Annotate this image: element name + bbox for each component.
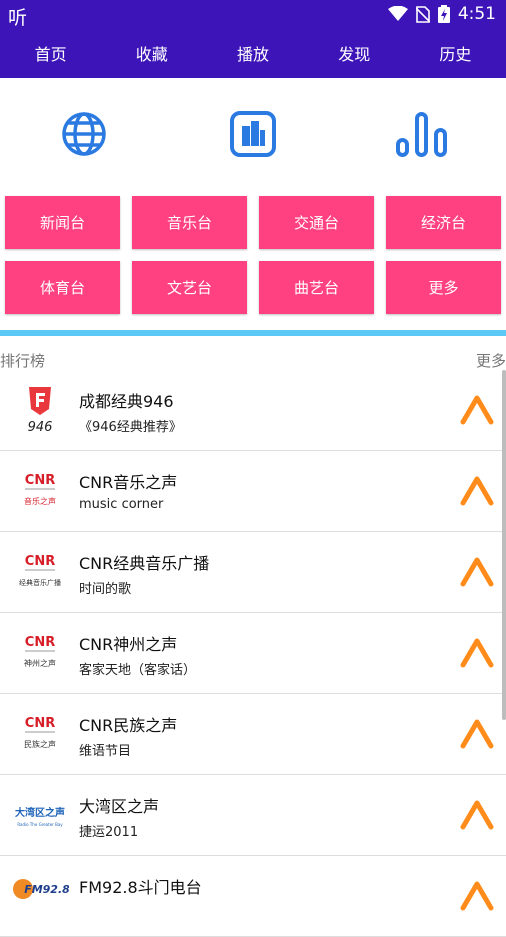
station-title: CNR神州之声 xyxy=(79,635,178,654)
top-nav: 首页 收藏 播放 发现 历史 xyxy=(0,28,506,78)
status-icons: 4:51 xyxy=(387,4,496,24)
category-traffic-button[interactable]: 交通台 xyxy=(259,196,374,249)
station-title: CNR音乐之声 xyxy=(79,473,178,492)
nav-history[interactable]: 历史 xyxy=(405,28,506,78)
logo-subtext: Radio The Greater Bay xyxy=(17,822,63,827)
chevron-up-icon[interactable] xyxy=(460,554,494,590)
station-title: 大湾区之声 xyxy=(79,797,160,816)
station-logo: 大湾区之声 Radio The Greater Bay xyxy=(11,786,69,844)
category-news-button[interactable]: 新闻台 xyxy=(5,196,120,249)
station-title: CNR民族之声 xyxy=(79,716,178,735)
ranking-list: 946 成都经典946 《946经典推荐》 CNR 音乐之声 CNR音乐之声 m… xyxy=(0,370,506,937)
ranking-more-link[interactable]: 更多 xyxy=(476,350,506,371)
station-title: CNR经典音乐广播 xyxy=(79,554,210,573)
logo-text: FM92.8 xyxy=(24,883,69,896)
nav-home[interactable]: 首页 xyxy=(0,28,101,78)
no-sim-icon xyxy=(415,5,430,23)
chevron-up-icon[interactable] xyxy=(460,635,494,671)
logo-text: 946 xyxy=(28,420,53,435)
station-subtitle: 时间的歌 xyxy=(79,582,132,597)
logo-subtext: 音乐之声 xyxy=(24,496,56,506)
clock: 4:51 xyxy=(457,4,496,24)
status-bar: 听 4:51 xyxy=(0,0,506,29)
station-logo: 946 xyxy=(11,381,69,439)
logo-text: CNR xyxy=(25,473,55,488)
list-item[interactable]: 946 成都经典946 《946经典推荐》 xyxy=(0,370,506,451)
nav-discover[interactable]: 发现 xyxy=(304,28,405,78)
list-item[interactable]: CNR 音乐之声 CNR音乐之声 music corner xyxy=(0,451,506,532)
station-logo: CNR 神州之声 xyxy=(11,624,69,682)
station-logo: CNR 音乐之声 xyxy=(11,462,69,520)
list-item[interactable]: CNR 经典音乐广播 CNR经典音乐广播 时间的歌 xyxy=(0,532,506,613)
station-title: 成都经典946 xyxy=(79,392,174,411)
chevron-up-icon[interactable] xyxy=(460,473,494,509)
bar-chart-icon[interactable] xyxy=(394,106,450,162)
logo-text: CNR xyxy=(25,716,55,731)
category-opera-button[interactable]: 曲艺台 xyxy=(259,261,374,314)
station-title: FM92.8斗门电台 xyxy=(79,878,202,897)
section-divider xyxy=(0,330,506,336)
chevron-up-icon[interactable] xyxy=(460,392,494,428)
ranking-label: 排行榜 xyxy=(0,352,46,370)
chevron-up-icon[interactable] xyxy=(460,797,494,833)
category-sports-button[interactable]: 体育台 xyxy=(5,261,120,314)
category-more-button[interactable]: 更多 xyxy=(386,261,501,314)
station-subtitle: 《946经典推荐》 xyxy=(79,420,182,435)
app-notification-icon: 听 xyxy=(8,7,28,29)
station-subtitle: 客家天地（客家话） xyxy=(79,663,197,678)
logo-text: CNR xyxy=(25,635,55,650)
logo-subtext: 民族之声 xyxy=(24,739,56,749)
category-economy-button[interactable]: 经济台 xyxy=(386,196,501,249)
station-subtitle: music corner xyxy=(79,497,164,512)
list-item[interactable]: FM92.8 FM92.8斗门电台 xyxy=(0,856,506,937)
station-subtitle: 维语节目 xyxy=(79,744,132,759)
chevron-up-icon[interactable] xyxy=(460,716,494,752)
nav-favorites[interactable]: 收藏 xyxy=(101,28,202,78)
scrollbar[interactable] xyxy=(502,370,506,720)
building-icon[interactable] xyxy=(225,106,281,162)
wifi-icon xyxy=(387,6,408,21)
category-music-button[interactable]: 音乐台 xyxy=(132,196,247,249)
battery-charging-icon xyxy=(437,5,450,23)
nav-play[interactable]: 播放 xyxy=(202,28,303,78)
chevron-up-icon[interactable] xyxy=(460,878,494,914)
globe-icon[interactable] xyxy=(56,106,112,162)
station-subtitle: 捷运2011 xyxy=(79,825,139,840)
list-item[interactable]: CNR 神州之声 CNR神州之声 客家天地（客家话） xyxy=(0,613,506,694)
station-logo: CNR 经典音乐广播 xyxy=(11,543,69,601)
logo-text: 大湾区之声 xyxy=(15,806,65,819)
list-item[interactable]: CNR 民族之声 CNR民族之声 维语节目 xyxy=(0,694,506,775)
quick-icons xyxy=(0,96,506,172)
logo-subtext: 神州之声 xyxy=(24,658,56,668)
list-item[interactable]: 大湾区之声 Radio The Greater Bay 大湾区之声 捷运2011 xyxy=(0,775,506,856)
category-grid: 新闻台 音乐台 交通台 经济台 体育台 文艺台 曲艺台 更多 xyxy=(5,196,501,314)
station-logo: FM92.8 xyxy=(11,867,69,925)
logo-text: CNR xyxy=(25,554,55,569)
category-arts-button[interactable]: 文艺台 xyxy=(132,261,247,314)
logo-subtext: 经典音乐广播 xyxy=(19,578,61,587)
station-logo: CNR 民族之声 xyxy=(11,705,69,763)
